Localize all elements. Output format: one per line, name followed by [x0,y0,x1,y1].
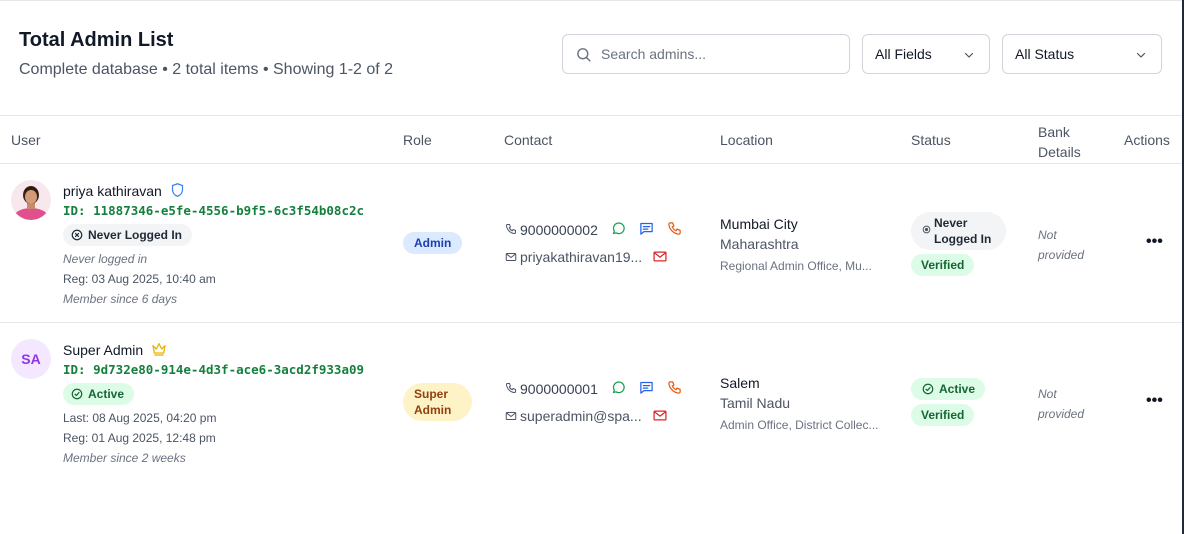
message-icon[interactable] [639,380,654,395]
user-id: ID: 11887346-e5fe-4556-b9f5-6c3f54b08c2c [63,203,365,218]
bank-details-line2: provided [1038,407,1085,421]
top-divider [0,0,1182,1]
mail-icon [505,412,517,420]
send-mail-icon[interactable] [652,408,668,423]
location-state: Tamil Nadu [720,395,791,411]
check-circle-icon [71,388,83,400]
search-input[interactable] [601,43,841,65]
bank-details: Not provided [1038,225,1084,265]
status-filter-value: All Status [1015,46,1075,62]
row-divider [0,322,1182,323]
table-header-border [0,163,1182,164]
message-icon[interactable] [639,221,654,236]
call-icon[interactable] [667,221,682,236]
email-address: superadmin@spa... [520,408,642,424]
mail-icon [505,253,517,261]
send-mail-icon[interactable] [652,249,668,264]
x-circle-icon [71,229,83,241]
role-line2: Admin [414,403,452,417]
search-box[interactable] [562,34,850,74]
column-header-contact: Contact [504,132,553,148]
search-icon [577,48,591,62]
avatar [11,180,51,220]
fields-filter-value: All Fields [875,46,932,62]
location-office: Admin Office, District Collec... [720,418,879,432]
last-login-text: Last: 08 Aug 2025, 04:20 pm [63,411,217,425]
bank-details-line1: Not [1038,228,1057,242]
registered-date: Reg: 03 Aug 2025, 10:40 am [63,272,216,286]
column-header-bank-line2: Details [1038,144,1081,160]
column-header-actions: Actions [1124,132,1170,148]
bank-details-line1: Not [1038,387,1057,401]
member-since: Member since 2 weeks [63,451,186,465]
status-line1: Never [934,216,968,230]
page-subtitle: Complete database • 2 total items • Show… [19,61,394,78]
phone-number: 9000000001 [520,381,598,397]
whatsapp-icon[interactable] [611,221,626,236]
location-city: Salem [720,375,760,391]
status-label: Active [939,382,976,396]
column-header-role: Role [403,132,432,148]
email-address: priyakathiravan19... [520,249,643,265]
shield-icon [171,183,184,197]
dot-circle-icon [922,225,931,234]
chevron-down-icon [1136,52,1146,58]
call-icon[interactable] [667,380,682,395]
window-edge [1182,0,1184,534]
location-city: Mumbai City [720,216,798,232]
location-state: Maharashtra [720,236,799,252]
table-top-border [0,115,1182,116]
phone-icon [506,383,516,393]
more-actions-button[interactable]: ••• [1146,392,1163,410]
user-name: priya kathiravan [63,183,162,199]
bank-details: Not provided [1038,384,1084,424]
status-line2: Logged In [934,232,992,246]
status-filter-select[interactable]: All Status [1002,34,1162,74]
login-status-label: Never Logged In [88,228,183,242]
login-status-label: Active [88,387,125,401]
avatar: SA [11,339,51,379]
column-header-location: Location [720,132,773,148]
fields-filter-select[interactable]: All Fields [862,34,990,74]
crown-icon [152,343,166,356]
role-badge: Super Admin [403,383,472,421]
verified-badge: Verified [911,404,975,426]
more-actions-button[interactable]: ••• [1146,233,1163,251]
column-header-status: Status [911,132,951,148]
chevron-down-icon [964,52,974,58]
check-circle-icon [922,383,934,395]
user-id: ID: 9d732e80-914e-4d3f-ace6-3acd2f933a09 [63,362,365,377]
role-line1: Super [414,387,449,401]
column-header-bank-details: Bank Details [1038,122,1081,162]
member-since: Member since 6 days [63,292,178,306]
registered-date: Reg: 01 Aug 2025, 12:48 pm [63,431,216,445]
login-status-pill: Active [63,383,135,405]
column-header-bank-line1: Bank [1038,124,1070,140]
role-badge: Admin [403,232,463,254]
status-badge: Never Logged In [911,212,1006,250]
location-office: Regional Admin Office, Mu... [720,259,872,273]
phone-number: 9000000002 [520,222,598,238]
verified-badge: Verified [911,254,975,276]
login-status-pill: Never Logged In [63,224,193,246]
last-login-text: Never logged in [63,252,148,266]
column-header-user: User [11,132,41,148]
whatsapp-icon[interactable] [611,380,626,395]
user-name: Super Admin [63,342,144,358]
page-title: Total Admin List [19,29,174,51]
status-badge: Active [911,378,986,400]
phone-icon [506,224,516,234]
bank-details-line2: provided [1038,248,1085,262]
